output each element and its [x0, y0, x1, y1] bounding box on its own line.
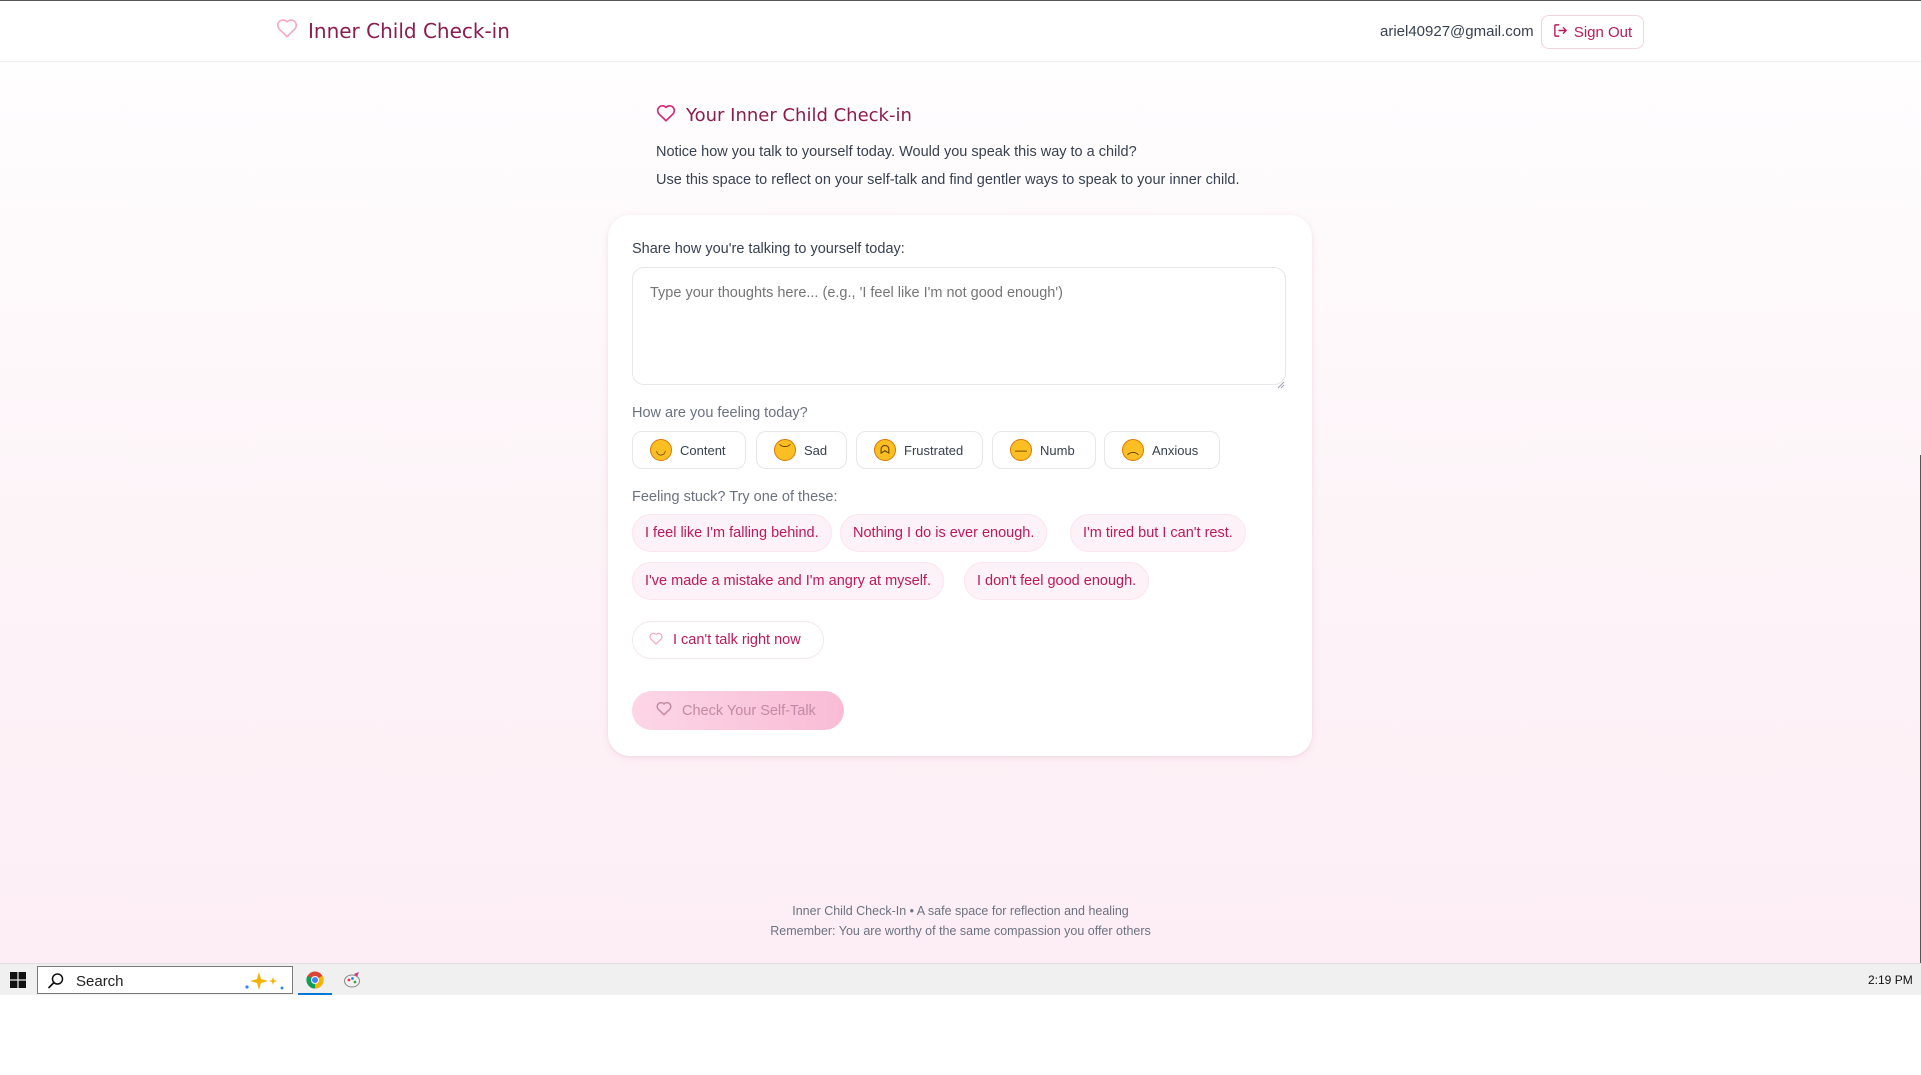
mood-label-numb: Numb	[1040, 442, 1075, 458]
check-in-card: Share how you're talking to yourself tod…	[608, 215, 1312, 756]
mood-label-frustrated: Frustrated	[904, 442, 964, 458]
footer-reminder: Remember: You are worthy of the same com…	[770, 924, 1151, 938]
worried-face-icon: ︵	[1122, 439, 1144, 461]
heart-outline-icon	[649, 632, 663, 649]
resize-grip-icon[interactable]	[1277, 376, 1285, 389]
sparkle-icon	[243, 970, 287, 997]
check-self-talk-label: Check Your Self-Talk	[682, 702, 816, 719]
windows-taskbar: Search 2:19 PM	[0, 963, 1921, 996]
smiling-face-icon: ◡	[650, 439, 672, 461]
paint-app-icon[interactable]	[334, 964, 370, 996]
heart-outline-icon	[276, 18, 298, 43]
mood-label-anxious: Anxious	[1152, 442, 1199, 458]
cant-talk-label: I can't talk right now	[673, 632, 801, 648]
windows-start-icon[interactable]	[10, 972, 26, 988]
check-self-talk-button[interactable]: Check Your Self-Talk	[632, 691, 844, 730]
sign-out-label: Sign Out	[1573, 23, 1633, 41]
suggestion-chip[interactable]: I feel like I'm falling behind.	[632, 514, 832, 552]
suggestion-chip[interactable]: I'm tired but I can't rest.	[1070, 514, 1246, 552]
suggestion-chip[interactable]: I've made a mistake and I'm angry at mys…	[632, 562, 944, 600]
mood-button-numb[interactable]: — Numb	[992, 431, 1096, 469]
suggestion-chip[interactable]: I don't feel good enough.	[964, 562, 1150, 600]
mood-button-content[interactable]: ◡ Content	[632, 431, 746, 469]
mood-label-content: Content	[680, 442, 726, 458]
suggestion-chip[interactable]: Nothing I do is ever enough.	[840, 514, 1048, 552]
steaming-face-icon: ᗣ	[874, 439, 896, 461]
self-talk-textarea[interactable]	[632, 267, 1286, 385]
search-icon	[47, 972, 65, 995]
chrome-icon[interactable]	[297, 964, 333, 996]
brand[interactable]: Inner Child Check-in	[276, 18, 510, 43]
mood-label: How are you feeling today?	[632, 405, 808, 421]
sign-out-icon	[1553, 23, 1568, 42]
mood-button-frustrated[interactable]: ᗣ Frustrated	[856, 431, 983, 469]
heart-icon	[656, 701, 672, 720]
taskbar-search-label: Search	[76, 973, 124, 990]
taskbar-clock: 2:19 PM	[1868, 973, 1913, 987]
mood-label-sad: Sad	[804, 442, 828, 458]
screen-blank-area	[0, 995, 1921, 1075]
suggestions-label: Feeling stuck? Try one of these:	[632, 489, 838, 505]
cant-talk-button[interactable]: I can't talk right now	[632, 621, 824, 659]
page-title: Your Inner Child Check-in	[686, 105, 912, 126]
intro-heading: Your Inner Child Check-in	[656, 104, 912, 127]
brand-title: Inner Child Check-in	[308, 18, 510, 43]
heart-icon	[656, 104, 676, 127]
intro-text-line1: Notice how you talk to yourself today. W…	[656, 144, 1137, 160]
mood-button-sad[interactable]: ︶ Sad	[756, 431, 847, 469]
footer-tagline: Inner Child Check-In • A safe space for …	[792, 904, 1129, 918]
sign-out-button[interactable]: Sign Out	[1541, 15, 1644, 49]
neutral-face-icon: —	[1010, 439, 1032, 461]
pensive-face-icon: ︶	[774, 439, 796, 461]
app-window: Inner Child Check-in ariel40927@gmail.co…	[0, 0, 1921, 963]
self-talk-label: Share how you're talking to yourself tod…	[632, 241, 905, 257]
taskbar-search[interactable]: Search	[37, 966, 293, 994]
mood-button-anxious[interactable]: ︵ Anxious	[1104, 431, 1220, 469]
user-email: ariel40927@gmail.com	[1380, 23, 1534, 40]
top-header: Inner Child Check-in ariel40927@gmail.co…	[0, 1, 1921, 62]
intro-text-line2: Use this space to reflect on your self-t…	[656, 172, 1240, 188]
